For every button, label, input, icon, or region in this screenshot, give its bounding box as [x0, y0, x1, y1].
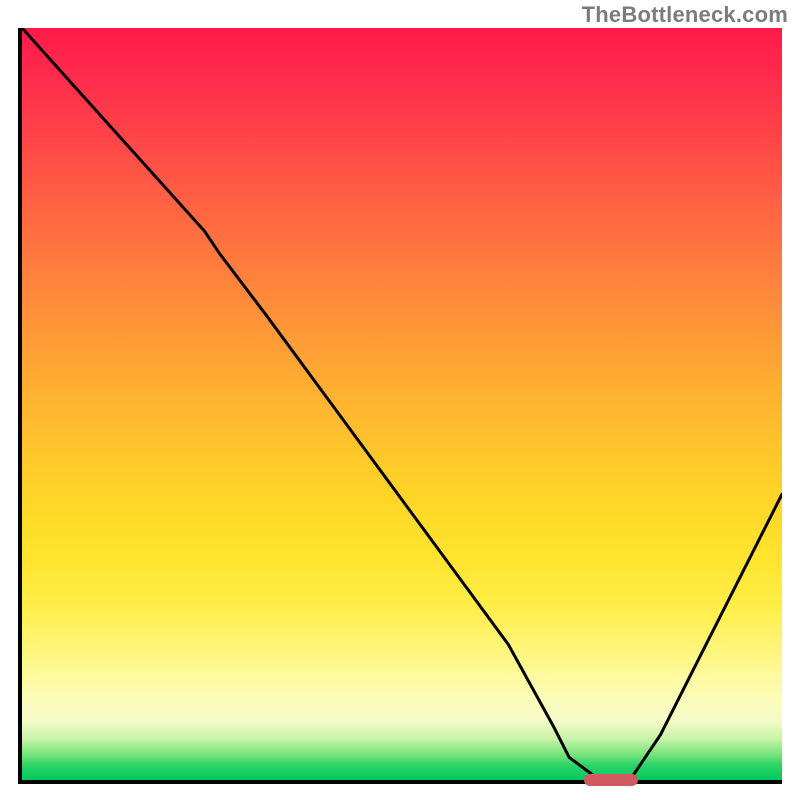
plot-area	[18, 28, 782, 784]
optimal-marker	[584, 774, 637, 786]
watermark-text: TheBottleneck.com	[582, 2, 788, 28]
chart-container: TheBottleneck.com	[0, 0, 800, 800]
bottleneck-curve	[22, 28, 782, 780]
